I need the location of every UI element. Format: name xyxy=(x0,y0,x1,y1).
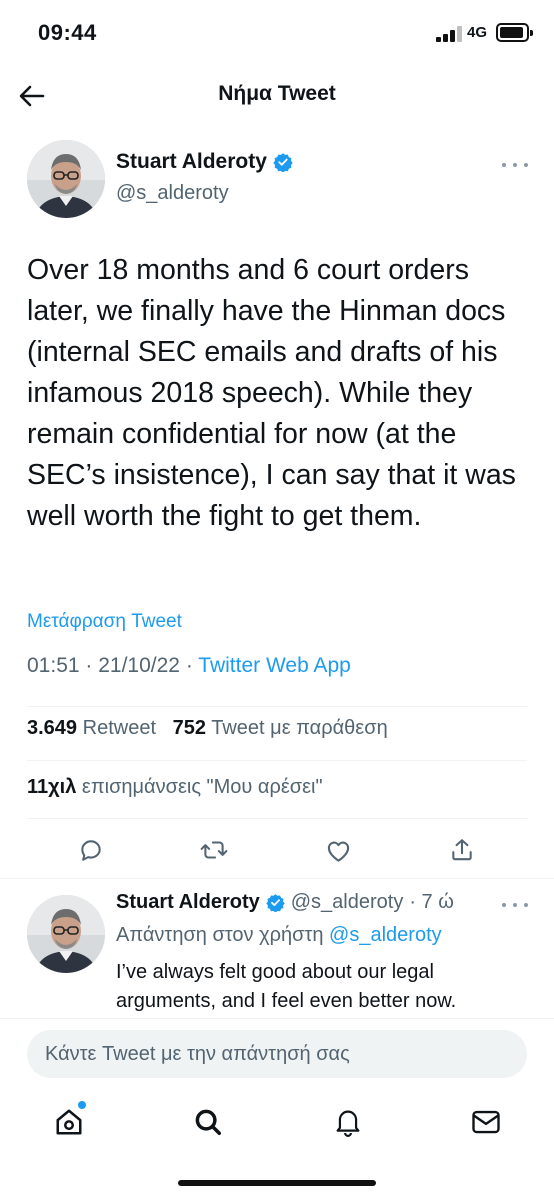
avatar[interactable] xyxy=(27,140,105,218)
search-icon xyxy=(195,1109,221,1135)
retweet-count: 3.649 xyxy=(27,717,78,739)
battery-icon xyxy=(496,23,533,42)
reply-author-handle: @s_alderoty xyxy=(290,891,404,913)
nav-messages[interactable] xyxy=(464,1100,508,1144)
tweet-meta: 01:51 · 21/10/22 · Twitter Web App xyxy=(27,654,351,678)
divider xyxy=(27,818,527,819)
author-handle: @s_alderoty xyxy=(116,182,229,204)
reply-compose-box[interactable] xyxy=(27,1030,527,1078)
share-button[interactable] xyxy=(442,830,482,870)
replying-to-label: Απάντηση στον χρήστη xyxy=(116,924,324,946)
bottom-nav xyxy=(0,1088,554,1154)
retweet-icon xyxy=(200,841,228,859)
tweet-source-link[interactable]: Twitter Web App xyxy=(198,654,351,677)
home-indicator[interactable] xyxy=(178,1180,376,1186)
divider xyxy=(0,1018,554,1019)
verified-badge-icon xyxy=(266,894,285,912)
like-button[interactable] xyxy=(318,830,358,870)
retweet-label: Retweet xyxy=(82,717,156,739)
home-notification-dot xyxy=(78,1101,86,1109)
retweet-stats[interactable]: 3.649 Retweet 752 Tweet με παράθεση xyxy=(27,717,388,740)
messages-icon xyxy=(472,1110,500,1134)
header: Νήμα Tweet xyxy=(0,66,554,124)
reply-button[interactable] xyxy=(71,830,111,870)
translate-tweet-link[interactable]: Μετάφραση Tweet xyxy=(27,611,182,633)
divider xyxy=(27,760,527,761)
divider xyxy=(27,706,527,707)
avatar-image xyxy=(27,895,105,973)
reply-icon xyxy=(81,840,101,861)
tweet-actions xyxy=(0,830,554,870)
likes-stats[interactable]: 11χιλ επισημάνσεις "Μου αρέσει" xyxy=(27,776,323,799)
avatar-image xyxy=(27,140,105,218)
retweet-button[interactable] xyxy=(194,830,234,870)
tweet-author[interactable]: Stuart Alderoty @s_alderoty xyxy=(116,150,293,205)
quote-count: 752 xyxy=(172,717,207,739)
like-icon xyxy=(327,841,349,862)
replying-to-handle[interactable]: @s_alderoty xyxy=(329,924,442,946)
quote-label: Tweet με παράθεση xyxy=(211,717,388,739)
reply-author-name: Stuart Alderoty xyxy=(116,891,260,913)
likes-label: επισημάνσεις "Μου αρέσει" xyxy=(81,776,323,798)
tweet-time: 01:51 xyxy=(27,654,80,677)
reply-avatar[interactable] xyxy=(27,895,105,973)
notifications-icon xyxy=(336,1110,360,1137)
status-bar: 09:44 4G xyxy=(0,0,554,66)
status-time: 09:44 xyxy=(38,20,97,45)
reply-time: · 7 ώ xyxy=(409,891,454,913)
likes-count: 11χιλ xyxy=(27,776,77,798)
verified-badge-icon xyxy=(273,153,293,172)
reply-author[interactable]: Stuart Alderoty @s_alderoty · 7 ώ xyxy=(116,891,454,914)
nav-search[interactable] xyxy=(186,1100,230,1144)
signal-icon xyxy=(436,26,462,42)
nav-notifications[interactable] xyxy=(326,1100,370,1144)
tweet-text: Over 18 months and 6 court orders later,… xyxy=(27,254,516,532)
network-label: 4G xyxy=(467,24,488,41)
home-icon xyxy=(56,1109,82,1135)
author-name: Stuart Alderoty xyxy=(116,150,267,173)
reply-more-options-button[interactable] xyxy=(502,895,528,915)
meta-separator: · xyxy=(79,654,99,677)
reply-input[interactable] xyxy=(27,1030,527,1078)
page-title: Νήμα Tweet xyxy=(218,82,336,105)
more-options-button[interactable] xyxy=(502,155,528,175)
divider xyxy=(0,878,554,879)
share-icon xyxy=(452,839,472,861)
reply-text: I’ve always felt good about our legal ar… xyxy=(116,961,457,1012)
meta-separator: · xyxy=(179,654,199,677)
nav-home[interactable] xyxy=(47,1100,91,1144)
tweet-date: 21/10/22 xyxy=(98,654,180,677)
replying-to: Απάντηση στον χρήστη @s_alderoty xyxy=(116,924,442,947)
